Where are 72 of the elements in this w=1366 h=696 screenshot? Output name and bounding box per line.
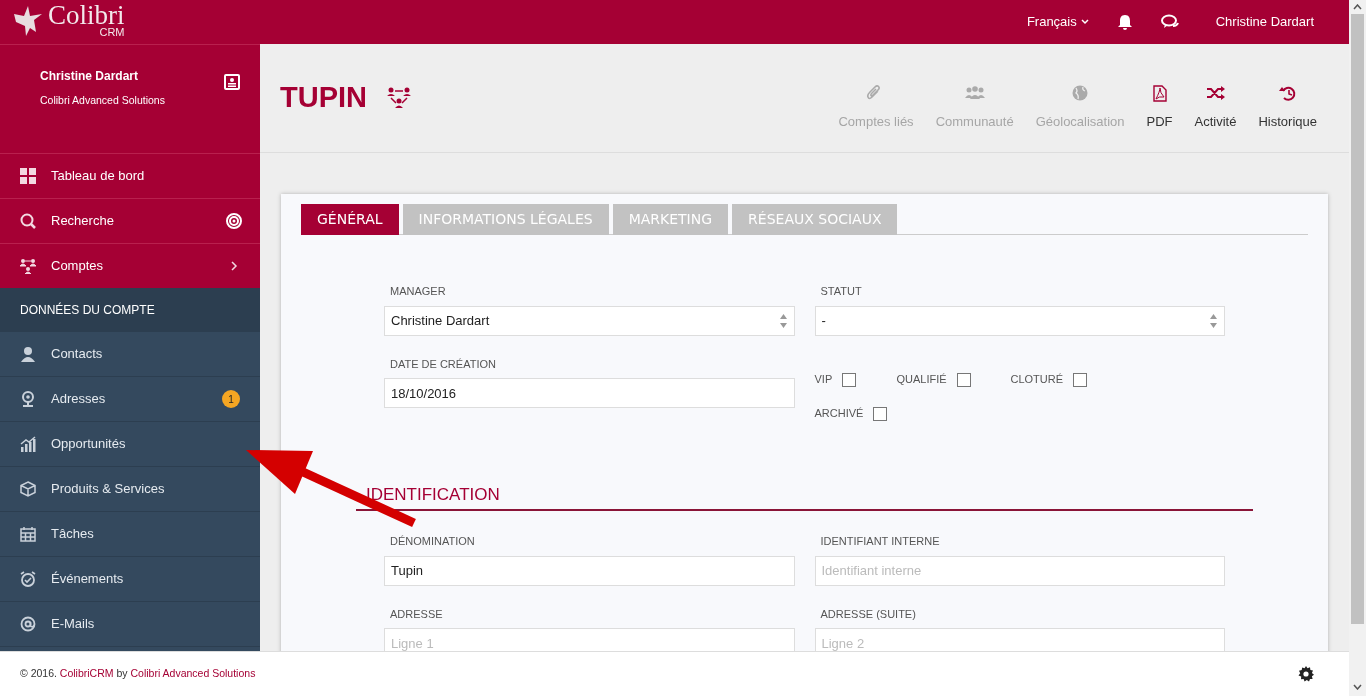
toolbar-button[interactable]: Historique: [1258, 84, 1317, 132]
page-title: TUPIN: [280, 80, 367, 116]
chevron-down-icon: [1080, 19, 1089, 25]
people-network-icon: [20, 258, 36, 274]
sidebar-item[interactable]: Tâches: [0, 512, 260, 557]
sidebar-item[interactable]: Tableau de bord: [0, 153, 260, 198]
section-heading: IDENTIFICATION: [366, 483, 501, 506]
cube-icon: [20, 481, 36, 497]
sidebar-item[interactable]: Événements: [0, 557, 260, 602]
sidebar-item[interactable]: Contacts: [0, 332, 260, 377]
checkbox-label: VIP: [814, 372, 833, 388]
profile-company: Colibri Advanced Solutions: [40, 93, 166, 108]
checkbox[interactable]: [1073, 372, 1088, 387]
toolbar-button[interactable]: PDF: [1146, 84, 1173, 132]
sidebar-section-header: DONNÉES DU COMPTE: [0, 288, 260, 332]
profile-name: Christine Dardart: [40, 68, 140, 85]
status-select[interactable]: -: [814, 305, 1225, 336]
people-network-icon: [385, 86, 413, 110]
footer-link[interactable]: Colibri Advanced Solutions: [130, 667, 256, 680]
scrollbar-thumb[interactable]: [1351, 14, 1364, 624]
person-icon: [20, 346, 36, 362]
logo-text: Colibri: [48, 2, 125, 29]
field-label: ADRESSE (SUITE): [819, 606, 917, 622]
settings-icon[interactable]: [1298, 666, 1314, 682]
chat-icon[interactable]: [1160, 14, 1180, 30]
sort-arrows-icon: [1209, 312, 1218, 329]
field-label: MANAGER: [389, 284, 447, 299]
search-icon: [20, 213, 36, 229]
alarm-clock-icon: [20, 571, 36, 587]
contact-card-icon[interactable]: [224, 74, 240, 90]
user-menu[interactable]: Christine Dardart: [1215, 12, 1314, 32]
at-sign-icon: [20, 616, 36, 632]
manager-select[interactable]: Christine Dardart: [384, 305, 795, 336]
checkbox[interactable]: [842, 372, 857, 387]
field-label: IDENTIFIANT INTERNE: [819, 534, 941, 549]
sidebar-item[interactable]: E-Mails: [0, 602, 260, 647]
toolbar-button[interactable]: Activité: [1194, 84, 1237, 132]
scroll-up-icon[interactable]: [1353, 4, 1362, 10]
calendar-icon: [20, 526, 36, 542]
footer-link[interactable]: ColibriCRM: [59, 667, 114, 680]
sidebar-item[interactable]: Recherche: [0, 198, 260, 243]
bell-icon[interactable]: [1116, 13, 1133, 31]
checkbox[interactable]: [873, 406, 888, 421]
target-icon: [226, 213, 242, 229]
field-label: STATUT: [819, 284, 863, 299]
checkbox-label: QUALIFIÉ: [896, 372, 947, 388]
field-label: ADRESSE: [389, 606, 444, 622]
shuffle-icon: [1205, 84, 1226, 102]
checkbox-label: ARCHIVÉ: [814, 406, 864, 422]
logo-subtext: CRM: [99, 27, 125, 38]
history-icon: [1277, 84, 1298, 102]
count-badge: 1: [222, 390, 240, 408]
checkbox-label: CLOTURÉ: [1010, 372, 1064, 388]
language-dropdown[interactable]: Français: [1026, 12, 1089, 32]
sort-arrows-icon: [778, 312, 788, 329]
field-label: DÉNOMINATION: [389, 534, 476, 549]
people-group-icon: [964, 84, 985, 102]
input-field[interactable]: Identifiant interne: [814, 555, 1225, 586]
tab[interactable]: GÉNÉRAL: [301, 204, 399, 235]
scroll-down-icon[interactable]: [1353, 684, 1362, 690]
sidebar-item[interactable]: Adresses 1: [0, 377, 260, 422]
grid-icon: [20, 168, 36, 184]
checkbox[interactable]: [956, 372, 971, 387]
map-pin-icon: [20, 391, 36, 407]
field-label: DATE DE CRÉATION: [389, 356, 497, 372]
bar-chart-icon: [20, 436, 36, 452]
input-field[interactable]: Ligne 1: [384, 628, 795, 651]
sidebar-item[interactable]: Produits & Services: [0, 467, 260, 512]
footer-text: © 2016. ColibriCRM by Colibri Advanced Solutions: [20, 666, 257, 682]
input-field[interactable]: Tupin: [384, 555, 795, 586]
date-field[interactable]: 18/10/2016: [384, 378, 795, 408]
input-field[interactable]: Ligne 2: [814, 628, 1225, 651]
